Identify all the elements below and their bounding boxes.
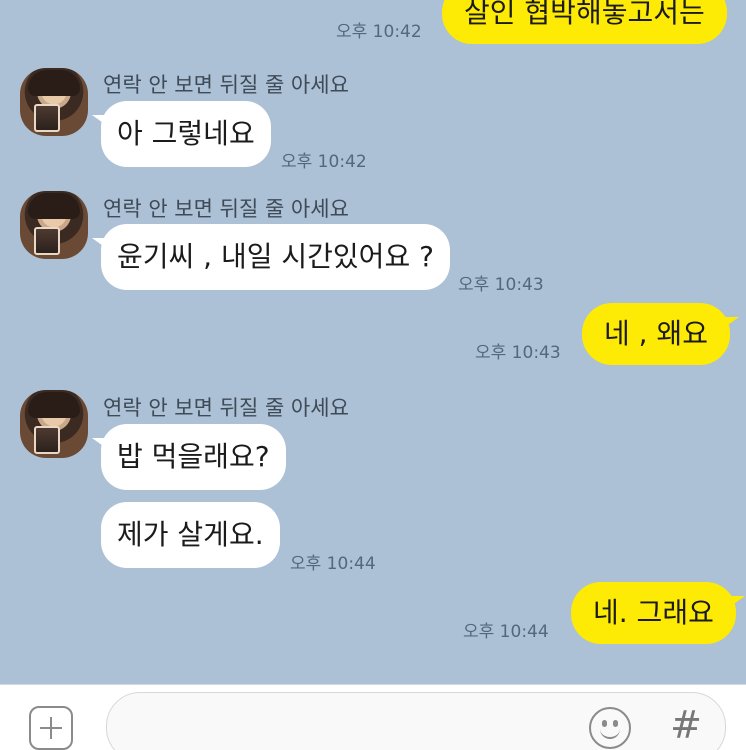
message-time: 오후 10:44: [463, 622, 549, 642]
incoming-message-bubble[interactable]: 윤기씨 , 내일 시간있어요 ?: [92, 224, 450, 290]
message-input[interactable]: [106, 692, 726, 750]
hashtag-icon[interactable]: #: [670, 703, 702, 747]
message-time: 오후 10:43: [475, 343, 561, 363]
outgoing-message-bubble[interactable]: 네 , 왜요: [582, 303, 739, 365]
incoming-message-bubble[interactable]: 아 그렇네요: [92, 101, 271, 167]
chat-area: 오후 10:42 살인 협박해놓고서는 연락 안 보면 뒤질 줄 아세요 아 그…: [0, 0, 746, 684]
outgoing-message-bubble[interactable]: 살인 협박해놓고서는: [442, 0, 727, 44]
contact-avatar[interactable]: [20, 390, 88, 458]
contact-avatar[interactable]: [20, 68, 88, 136]
message-time: 오후 10:43: [458, 275, 544, 295]
sender-name: 연락 안 보면 뒤질 줄 아세요: [103, 396, 349, 420]
message-time: 오후 10:44: [290, 554, 376, 574]
sender-name: 연락 안 보면 뒤질 줄 아세요: [103, 73, 349, 97]
sender-name: 연락 안 보면 뒤질 줄 아세요: [103, 197, 349, 221]
incoming-message-bubble[interactable]: 제가 살게요.: [101, 502, 280, 568]
incoming-message-bubble[interactable]: 밥 먹을래요?: [92, 424, 286, 490]
contact-avatar[interactable]: [20, 191, 88, 259]
message-time: 오후 10:42: [336, 22, 422, 42]
emoji-icon[interactable]: [589, 707, 631, 749]
outgoing-message-bubble[interactable]: 네. 그래요: [571, 582, 745, 644]
message-time: 오후 10:42: [281, 152, 367, 172]
plus-icon[interactable]: [29, 706, 73, 750]
